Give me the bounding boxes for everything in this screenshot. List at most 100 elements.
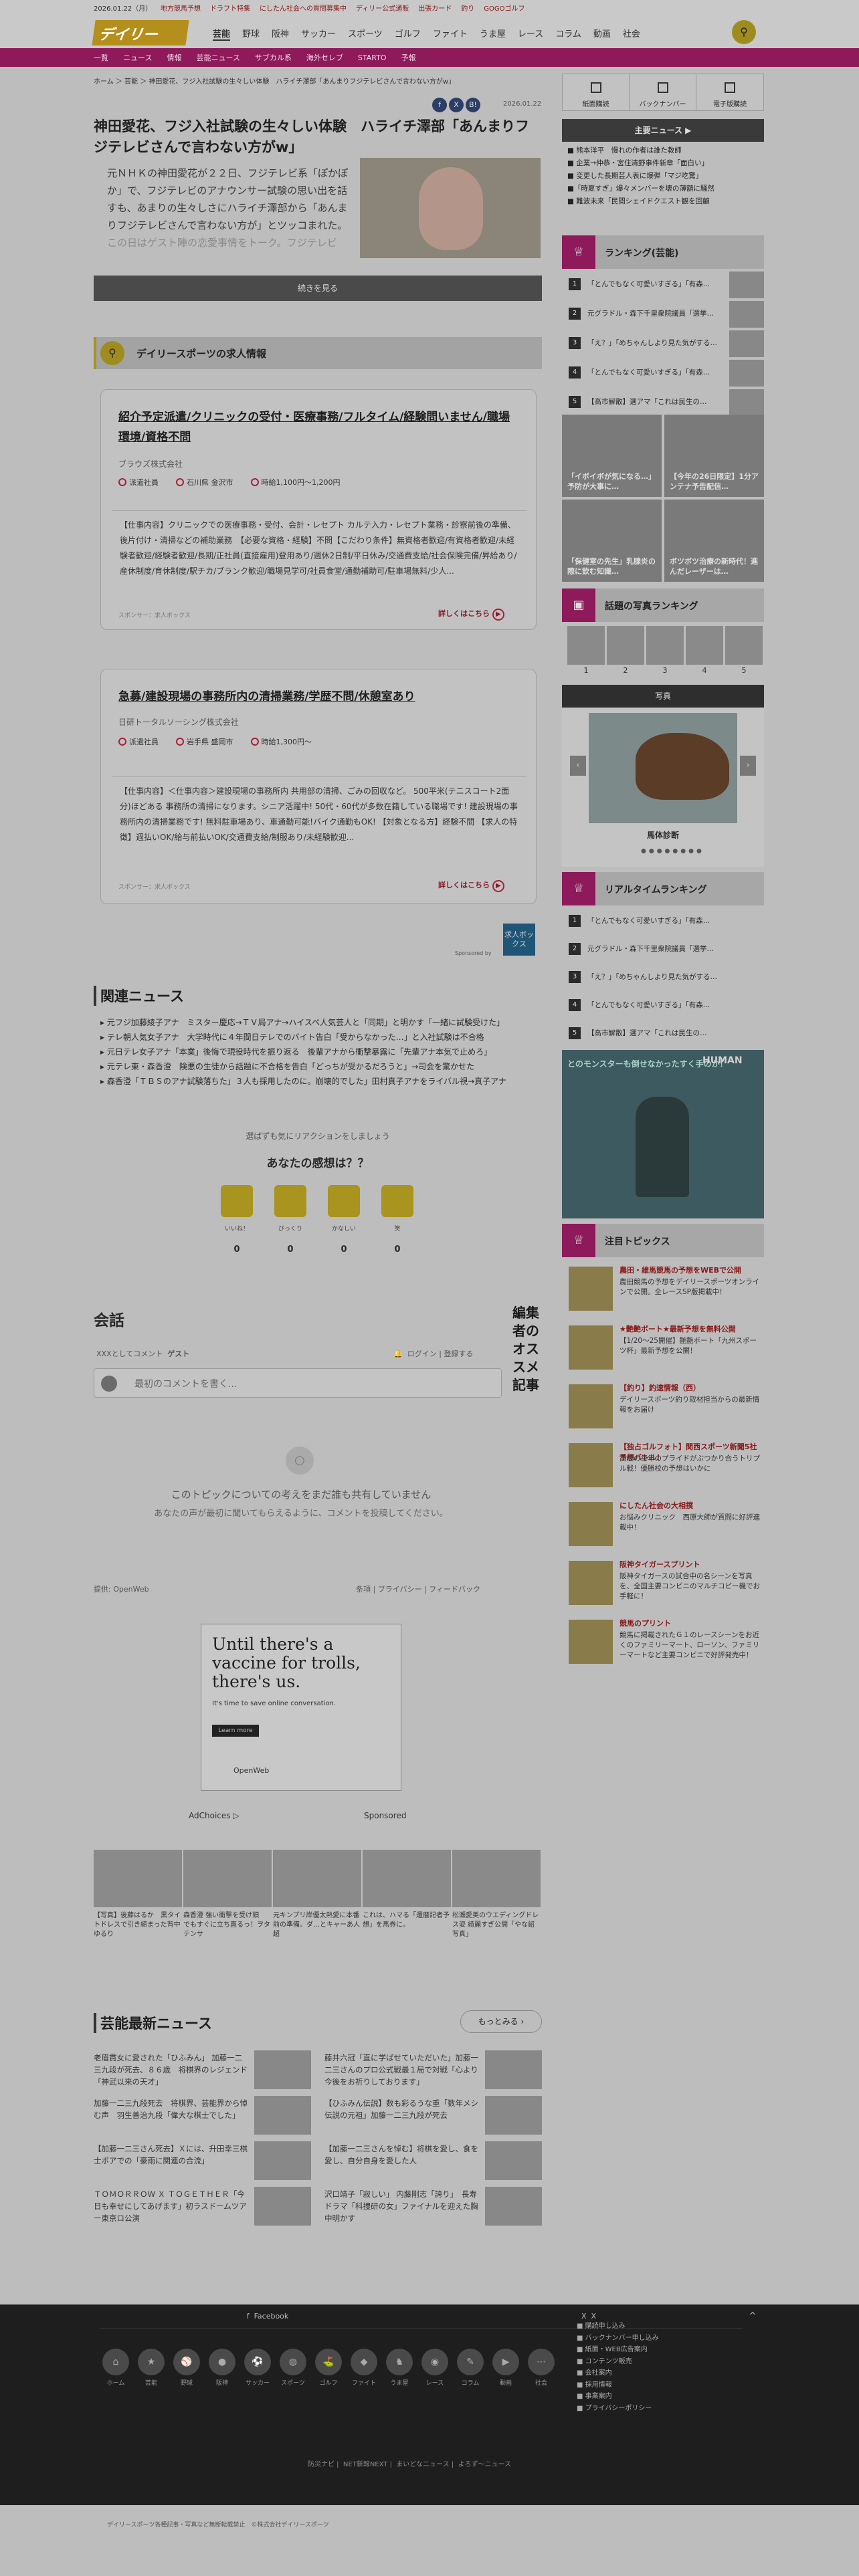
partner-link[interactable]: 防災ナビ: [308, 2461, 335, 2468]
ad-tile[interactable]: 「イボイボが気になる…」予防が大事に…: [562, 415, 662, 497]
subnav-item[interactable]: 予報: [401, 53, 416, 62]
news-item[interactable]: 沢口靖子「寂しい」 内藤剛志「誇り」 長寿ドラマ「科捜研の女」ファイナルを迎えた…: [324, 2187, 542, 2228]
ad-tile[interactable]: ボツボツ治療の新時代！進んだレーザーは…: [664, 500, 764, 582]
news-item[interactable]: ＴＯＭＯＲＲＯＷ Ｘ ＴＯＧＥＴＨＥＲ「今日も幸せにしてあげます」初ラスドームツ…: [94, 2187, 311, 2228]
facebook-link[interactable]: f Facebook: [100, 2304, 435, 2329]
photo-rank-item[interactable]: 2: [607, 626, 644, 675]
top-link[interactable]: ドラフト特集: [210, 5, 250, 13]
footer-icon[interactable]: ◉ レース: [419, 2349, 450, 2387]
topic-item[interactable]: ★艶艶ボート★最新予想を無料公開 【1/20〜25開催】艶艶ボート「九州スポーツ杯…: [562, 1319, 764, 1378]
job-title[interactable]: 紹介予定派遣/クリニックの受付・医療事務/フルタイム/経験問いません/職場環境/…: [118, 407, 520, 447]
photo-rank-item[interactable]: 1: [567, 626, 605, 675]
main-news-item[interactable]: ■ 熊本洋平 慢れの作者は誰た教師: [567, 144, 764, 157]
footer-icon[interactable]: ✎ コラム: [455, 2349, 486, 2387]
partner-link[interactable]: NET新報NEXT: [343, 2461, 388, 2468]
reaction-like[interactable]: いいね！ 0: [221, 1185, 253, 1255]
ranking-item[interactable]: 4 「とんでもなく可愛いすぎる」「有森…: [569, 358, 764, 388]
reaction-laugh[interactable]: 笑0: [381, 1185, 413, 1255]
gallery-image[interactable]: [589, 713, 737, 823]
signup-link[interactable]: 登録する: [444, 1350, 473, 1358]
subnav-item[interactable]: 海外セレブ: [306, 53, 343, 62]
topic-item[interactable]: 【釣り】釣速情報（西） デイリースポーツ釣り取材担当からの最新情報をお届け: [562, 1378, 764, 1436]
thumb-card[interactable]: 元キンプリ岸優太熱愛に本番前の準備。ダ…とキャーあ人 超: [273, 1850, 361, 1949]
next-arrow-icon[interactable]: ›: [740, 756, 756, 776]
nav-item[interactable]: スポーツ: [348, 29, 383, 39]
footer-icon[interactable]: ⚽ サッカー: [242, 2349, 273, 2387]
ranking-item[interactable]: 3 「え？」「めちゃんしより見た気がする…: [569, 329, 764, 358]
footer-link[interactable]: ■ 事業案内: [577, 2391, 751, 2403]
related-item[interactable]: ▸ 元日テレ女子アナ「本業」後悔で現役時代を振り返る 後輩アナから衝撃暴露に「先…: [100, 1045, 535, 1059]
privacy-link[interactable]: プライバシー: [378, 1585, 422, 1594]
game-ad[interactable]: とのモンスターも倒せなかったすく手のか！ HUMAN: [562, 1050, 764, 1218]
news-item[interactable]: 藤井六冠「直に学ばせていただいた」加藤一二三さんのプロ公式戦最１局で対戦「心より…: [324, 2050, 542, 2092]
openweb-logo[interactable]: OpenWeb: [113, 1585, 149, 1594]
related-item[interactable]: ▸ 元フジ加藤綾子アナ ミスター慶応→ＴＶ局アナ→ハイスペ人気芸人と「同期」と明…: [100, 1015, 535, 1030]
footer-link[interactable]: ■ バックナンバー申し込み: [577, 2333, 751, 2345]
hatena-icon[interactable]: B!: [466, 98, 480, 112]
top-link[interactable]: にしたん社会への質問募集中: [260, 5, 347, 13]
x-icon[interactable]: X: [449, 98, 464, 112]
feedback-link[interactable]: フィードバック: [429, 1585, 480, 1594]
thumb-card[interactable]: 【写真】後藤はるか 黒タイトドレスで引き締まった背中ゆるり: [94, 1850, 182, 1949]
main-news-item[interactable]: ■ 変更した長期芸人表に爆弾「マジ吃驚」: [567, 170, 764, 183]
ranking-item[interactable]: 4 「とんでもなく可愛いすぎる」「有森…: [569, 991, 764, 1021]
top-link[interactable]: GOGOゴルフ: [484, 5, 524, 13]
footer-icon[interactable]: ⛳ ゴルフ: [313, 2349, 344, 2387]
footer-icon-home[interactable]: ⌂ ホーム: [100, 2349, 131, 2387]
main-news-item[interactable]: ■ 難波未来「民間シェイドクエスト観を回顧: [567, 195, 764, 208]
breadcrumb[interactable]: ホーム ＞ 芸能 ＞ 神田愛花、フジ入社試験の生々しい体験 ハライチ澤部「あんま…: [94, 76, 455, 86]
reaction-surprise[interactable]: びっくり 0: [274, 1185, 306, 1255]
site-logo[interactable]: デイリー: [92, 20, 189, 45]
footer-icon[interactable]: ◆ ファイト: [349, 2349, 379, 2387]
thumb-card[interactable]: 森香澄 強い衝撃を受け頭 でもすぐに立ち直るっ！ヲタテンサ: [183, 1850, 272, 1949]
partner-link[interactable]: まいどなニュース: [396, 2461, 449, 2468]
job-card[interactable]: 紹介予定派遣/クリニックの受付・医療事務/フルタイム/経験問いません/職場環境/…: [100, 389, 537, 630]
nav-item[interactable]: 野球: [242, 29, 260, 39]
nav-item[interactable]: レース: [518, 29, 543, 39]
main-news-item[interactable]: ■「時夏すぎ」爆々メンバーを壊の薄額に騒然: [567, 183, 764, 195]
subnav-item[interactable]: サブカル系: [255, 53, 292, 62]
related-item[interactable]: ▸ テレ朝人気女子アナ 大学時代に４年間日テレでのバイト告白「受からなかった…」…: [100, 1030, 535, 1045]
top-link[interactable]: 釣り: [461, 5, 474, 13]
footer-link[interactable]: ■ 会社案内: [577, 2367, 751, 2379]
facebook-icon[interactable]: f: [432, 98, 447, 112]
ranking-item[interactable]: 2 元グラドル・森下千里衆院議員「選挙…: [569, 935, 764, 964]
ad-button[interactable]: Learn more: [212, 1725, 259, 1737]
ranking-item[interactable]: 5 【高市解散】選アマ「これは民生の…: [569, 1019, 764, 1049]
footer-icon[interactable]: ★ 芸能: [136, 2349, 167, 2387]
job-more-link[interactable]: 詳しくはこちら ▶: [438, 608, 504, 621]
news-item[interactable]: 加藤一二三九段死去 将棋界、芸能界から悼む声 羽生善治九段「偉大な棋士でした」: [94, 2096, 311, 2137]
openweb-ad[interactable]: Until there's a vaccine for trolls, ther…: [201, 1624, 401, 1791]
top-link[interactable]: ディリー公式通販: [356, 5, 409, 13]
subnav-item[interactable]: 芸能ニュース: [196, 53, 240, 62]
main-news-header[interactable]: 主要ニュース ▶: [562, 119, 764, 142]
related-item[interactable]: ▸ 森香澄「ＴＢＳのアナ試験落ちた」３人も採用したのに。崩壊的でした」田村真子ア…: [100, 1074, 535, 1089]
partner-link[interactable]: よろず〜ニュース: [458, 2461, 512, 2468]
footer-link[interactable]: ■ 紙面・WEB広告案内: [577, 2344, 751, 2356]
news-item[interactable]: 【加藤一二三さんを悼む】将棋を愛し、食を愛し、自分自身を愛した人: [324, 2141, 542, 2183]
news-item[interactable]: 老眉貫女に愛された「ひふみん」 加藤一二三九段が死去、８６歳 将棋界のレジェンド…: [94, 2050, 311, 2092]
nav-item[interactable]: 動画: [593, 29, 611, 39]
footer-icon[interactable]: ♞ うま屋: [384, 2349, 415, 2387]
ranking-item[interactable]: 1 「とんでもなく可愛いすぎる」「有森…: [569, 907, 764, 936]
nav-item[interactable]: 社会: [623, 29, 640, 39]
nav-item[interactable]: ファイト: [433, 29, 468, 39]
comment-input[interactable]: 最初のコメントを書く...: [94, 1368, 502, 1398]
search-icon[interactable]: ⚲: [732, 20, 756, 44]
continue-button[interactable]: 続きを見る: [94, 276, 542, 301]
ranking-item[interactable]: 3 「え？」「めちゃんしより見た気がする…: [569, 963, 764, 992]
subnav-item[interactable]: STARTO: [358, 53, 387, 62]
article-photo[interactable]: [360, 158, 541, 258]
ranking-item[interactable]: 1 「とんでもなく可愛いすぎる」「有森…: [569, 270, 764, 300]
job-card[interactable]: 急募/建設現場の事務所内の清掃業務/学歴不問/休憩室あり 日研トータルソーシング…: [100, 669, 537, 904]
photo-rank-item[interactable]: 5: [725, 626, 763, 675]
carousel-dots[interactable]: ●●●●●●●●: [641, 848, 704, 855]
ad-tile[interactable]: 【今年の26日限定】1分アンテナ予告配信…: [664, 415, 764, 497]
terms-link[interactable]: 条項: [356, 1585, 371, 1594]
footer-link[interactable]: ■ 採用情報: [577, 2379, 751, 2391]
tab-subscribe[interactable]: 紙面購読: [563, 74, 630, 110]
nav-item[interactable]: 阪神: [272, 29, 289, 39]
tab-digital[interactable]: 電子版購読: [696, 74, 763, 110]
ad-tile[interactable]: 「保健室の先生」乳腺炎の際に飲む知識…: [562, 500, 662, 582]
footer-icon[interactable]: ⋯ 社会: [526, 2349, 557, 2387]
